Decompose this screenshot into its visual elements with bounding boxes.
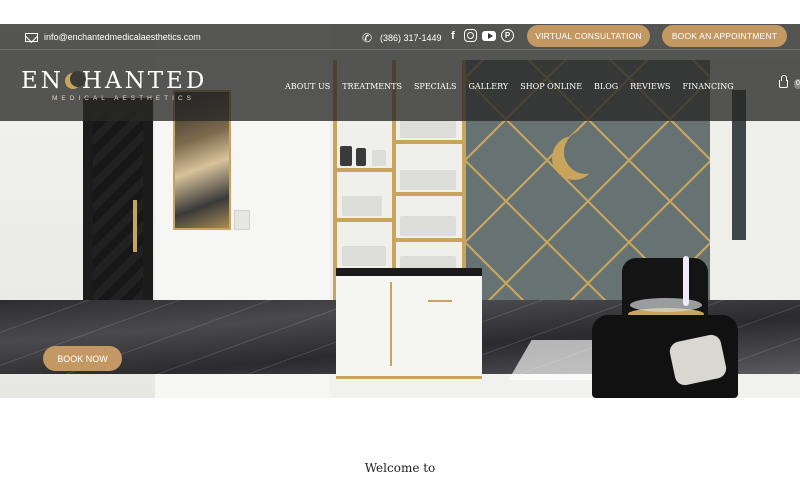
nav-blog[interactable]: BLOG [594,82,618,91]
book-now-button[interactable]: BOOK NOW [43,346,122,371]
hero-shelf-board [392,140,464,144]
hero-product [356,148,366,166]
hero-cabinet [336,268,482,379]
email-text: info@enchantedmedicalaesthetics.com [44,32,201,42]
book-appointment-button[interactable]: BOOK AN APPOINTMENT [662,25,787,47]
hero-side-table-glass [630,298,702,312]
shopping-bag-icon[interactable] [779,75,788,88]
phone-link[interactable]: ✆ (386) 317-1449 [362,32,442,44]
header-divider [0,49,800,50]
nav-financing[interactable]: FINANCING [683,82,734,91]
facebook-icon[interactable]: f [446,29,460,43]
envelope-icon [25,32,38,42]
hero-shelf-board [392,238,464,242]
hero-product [340,146,352,166]
main-nav: ABOUT US TREATMENTS SPECIALS GALLERY SHO… [285,82,734,91]
hero-shelf-board [333,168,393,172]
hero-cabinet-handle [428,300,452,302]
hero-light-switch [234,210,250,230]
logo-title-end: HANTED [81,68,208,94]
hero-product [400,216,456,236]
virtual-consultation-button[interactable]: VIRTUAL CONSULTATION [527,25,650,47]
hero-product [400,120,456,138]
email-link[interactable]: info@enchantedmedicalaesthetics.com [25,32,201,42]
welcome-heading: Welcome to [364,461,436,475]
youtube-icon[interactable] [482,31,496,41]
nav-specials[interactable]: SPECIALS [414,82,457,91]
nav-shop-online[interactable]: SHOP ONLINE [520,82,582,91]
hero-product [372,150,386,166]
logo-subtitle: MEDICAL AESTHETICS [52,95,195,102]
hero-moon-decor [552,130,608,180]
nav-gallery[interactable]: GALLERY [469,82,509,91]
phone-text: (386) 317-1449 [380,33,442,43]
logo-moon-icon [64,71,86,89]
instagram-icon[interactable] [464,29,477,42]
logo-title-start: EN [21,68,64,94]
hero-cabinet-line [390,282,392,366]
nav-about-us[interactable]: ABOUT US [285,82,330,91]
hero-product [342,196,382,216]
hero-orchid [683,256,689,306]
cart-count-badge: 0 [794,79,800,89]
hero-shelf-board [333,218,393,222]
top-strip [0,0,800,24]
hero-door-handle [133,200,137,252]
phone-icon: ✆ [362,31,373,45]
hero-shelf-board [392,192,464,196]
hero-product [342,246,386,266]
site-logo[interactable]: EN HANTED [21,68,207,94]
nav-treatments[interactable]: TREATMENTS [342,82,402,91]
hero-product [400,170,456,190]
pinterest-icon[interactable]: P [501,29,514,42]
nav-reviews[interactable]: REVIEWS [630,82,670,91]
